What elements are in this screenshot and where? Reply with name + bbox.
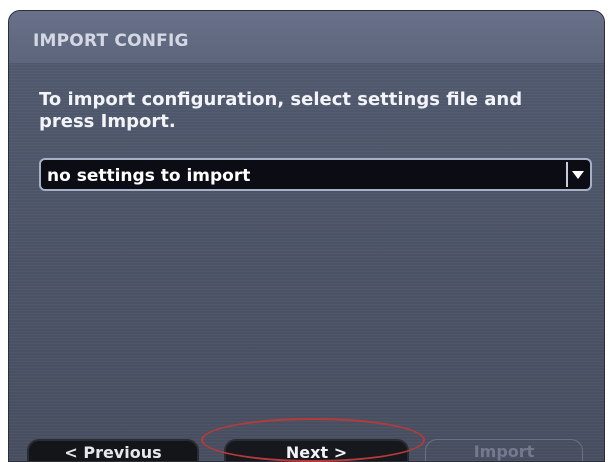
import-button-label: Import [473, 442, 535, 461]
next-button-label: Next > [285, 443, 348, 462]
import-button[interactable]: Import [425, 439, 583, 461]
previous-button-label: < Previous [64, 443, 162, 462]
device-frame: IMPORT CONFIG To import configuration, s… [0, 0, 609, 462]
triangle-down-icon [572, 170, 584, 179]
dropdown-toggle[interactable] [566, 162, 588, 187]
device-screen: IMPORT CONFIG To import configuration, s… [8, 10, 605, 462]
page-title: IMPORT CONFIG [33, 31, 189, 51]
settings-file-dropdown[interactable]: no settings to import [39, 158, 592, 191]
previous-button[interactable]: < Previous [27, 439, 199, 462]
footer-bar: < Previous Next > Import [9, 433, 604, 462]
header-bar: IMPORT CONFIG [9, 11, 604, 63]
settings-file-value: no settings to import [47, 166, 251, 186]
instructions-text: To import configuration, select settings… [39, 89, 523, 132]
next-button[interactable]: Next > [224, 439, 409, 462]
